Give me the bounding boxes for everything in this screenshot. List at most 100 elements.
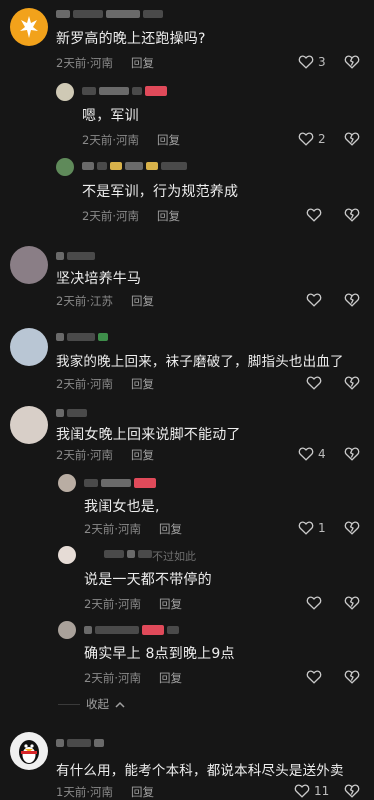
reply-button[interactable]: 回复 bbox=[131, 377, 154, 391]
reply-button[interactable]: 回复 bbox=[131, 56, 154, 70]
comment-meta: 2天前·河南 回复 bbox=[82, 208, 180, 224]
username-redacted[interactable] bbox=[82, 161, 187, 171]
heart-outline-icon bbox=[298, 521, 314, 535]
reply-button[interactable]: 回复 bbox=[159, 671, 182, 685]
collapse-label: 收起 bbox=[86, 697, 109, 711]
username-redacted[interactable] bbox=[56, 9, 163, 19]
comment-region: 河南 bbox=[117, 671, 141, 685]
comment-region: 河南 bbox=[117, 597, 141, 611]
like-button[interactable]: 11 bbox=[294, 783, 329, 798]
heart-outline-icon bbox=[306, 293, 322, 307]
username-redacted[interactable] bbox=[104, 549, 152, 559]
comment-text: 嗯，军训 bbox=[82, 108, 139, 124]
dislike-button[interactable] bbox=[344, 783, 360, 798]
username-redacted[interactable] bbox=[56, 738, 104, 748]
username-redacted[interactable] bbox=[84, 478, 156, 488]
like-count: 11 bbox=[314, 783, 330, 798]
like-count: 4 bbox=[318, 446, 326, 461]
avatar[interactable] bbox=[10, 732, 48, 770]
reply-button[interactable]: 回复 bbox=[131, 785, 154, 799]
reply-item: 嗯，军训 2天前·河南 回复 2 bbox=[0, 80, 374, 158]
comment-item: 坚决培养牛马 2天前·江苏 回复 bbox=[0, 240, 374, 320]
username-redacted[interactable] bbox=[56, 332, 108, 342]
dislike-button[interactable] bbox=[344, 520, 360, 535]
dislike-button[interactable] bbox=[344, 131, 360, 146]
broken-heart-icon bbox=[344, 670, 360, 684]
reply-item: 不过如此 说是一天都不带停的 2天前·河南 回复 bbox=[0, 543, 374, 615]
penguin-avatar-icon bbox=[19, 740, 39, 764]
comment-time: 2天前 bbox=[84, 671, 115, 685]
dislike-button[interactable] bbox=[344, 595, 360, 610]
comment-meta: 2天前·河南 回复 bbox=[56, 447, 154, 463]
avatar[interactable] bbox=[10, 328, 48, 366]
comment-meta: 2天前·河南 回复 bbox=[82, 132, 180, 148]
avatar[interactable] bbox=[58, 546, 76, 564]
comment-text: 我闺女也是, bbox=[84, 499, 160, 515]
heart-outline-icon bbox=[306, 670, 322, 684]
like-button[interactable] bbox=[306, 375, 322, 390]
like-button[interactable] bbox=[306, 292, 322, 307]
reply-button[interactable]: 回复 bbox=[157, 133, 180, 147]
comment-region: 河南 bbox=[117, 522, 141, 536]
like-button[interactable] bbox=[306, 207, 322, 222]
avatar[interactable] bbox=[10, 246, 48, 284]
reply-button[interactable]: 回复 bbox=[159, 522, 182, 536]
comment-time: 2天前 bbox=[82, 133, 113, 147]
comment-meta: 2天前·河南 回复 bbox=[84, 521, 182, 537]
broken-heart-icon bbox=[344, 447, 360, 461]
dislike-button[interactable] bbox=[344, 54, 360, 69]
like-count: 2 bbox=[318, 131, 326, 146]
comment-meta: 1天前·河南 回复 bbox=[56, 784, 154, 800]
dislike-button[interactable] bbox=[344, 669, 360, 684]
comment-text: 我闺女晚上回来说脚不能动了 bbox=[56, 427, 241, 443]
avatar[interactable] bbox=[56, 83, 74, 101]
reply-button[interactable]: 回复 bbox=[159, 597, 182, 611]
comment-time: 2天前 bbox=[56, 294, 87, 308]
reply-item: 确实早上 8点到晚上9点 2天前·河南 回复 bbox=[0, 618, 374, 688]
reply-button[interactable]: 回复 bbox=[131, 294, 154, 308]
comment-time: 2天前 bbox=[56, 377, 87, 391]
reply-button[interactable]: 回复 bbox=[157, 209, 180, 223]
broken-heart-icon bbox=[344, 376, 360, 390]
reply-button[interactable]: 回复 bbox=[131, 448, 154, 462]
comment-time: 2天前 bbox=[84, 597, 115, 611]
comment-item: 有什么用，能考个本科，都说本科尽头是送外卖 1天前·河南 回复 11 bbox=[0, 728, 374, 800]
username-redacted[interactable] bbox=[84, 625, 179, 635]
avatar[interactable] bbox=[10, 8, 48, 46]
avatar[interactable] bbox=[58, 621, 76, 639]
like-button[interactable]: 2 bbox=[298, 131, 326, 146]
username-redacted[interactable] bbox=[56, 408, 87, 418]
dislike-button[interactable] bbox=[344, 375, 360, 390]
comment-meta: 2天前·江苏 回复 bbox=[56, 293, 154, 309]
comment-region: 河南 bbox=[89, 785, 113, 799]
comment-text: 有什么用，能考个本科，都说本科尽头是送外卖 bbox=[56, 763, 344, 779]
collapse-replies-button[interactable]: 收起 bbox=[58, 696, 125, 712]
comment-text: 不是军训，行为规范养成 bbox=[82, 184, 239, 200]
like-button[interactable]: 4 bbox=[298, 446, 326, 461]
dislike-button[interactable] bbox=[344, 207, 360, 222]
avatar[interactable] bbox=[58, 474, 76, 492]
comment-region: 河南 bbox=[115, 209, 139, 223]
username-suffix: 不过如此 bbox=[152, 550, 196, 563]
username-redacted[interactable] bbox=[82, 86, 167, 96]
like-button[interactable]: 1 bbox=[298, 520, 326, 535]
heart-outline-icon bbox=[294, 784, 310, 798]
username-redacted[interactable] bbox=[56, 251, 95, 261]
heart-outline-icon bbox=[306, 596, 322, 610]
dislike-button[interactable] bbox=[344, 292, 360, 307]
comment-text: 坚决培养牛马 bbox=[56, 271, 142, 287]
like-count: 3 bbox=[318, 54, 326, 69]
like-button[interactable]: 3 bbox=[298, 54, 326, 69]
dislike-button[interactable] bbox=[344, 446, 360, 461]
like-button[interactable] bbox=[306, 669, 322, 684]
broken-heart-icon bbox=[344, 293, 360, 307]
comment-time: 2天前 bbox=[82, 209, 113, 223]
avatar[interactable] bbox=[10, 406, 48, 444]
comment-item: 我家的晚上回来，袜子磨破了，脚指头也出血了 2天前·河南 回复 bbox=[0, 324, 374, 404]
broken-heart-icon bbox=[344, 208, 360, 222]
like-button[interactable] bbox=[306, 595, 322, 610]
divider bbox=[58, 703, 80, 705]
comment-meta: 2天前·河南 回复 bbox=[56, 55, 154, 71]
reply-item: 我闺女也是, 2天前·河南 回复 1 bbox=[0, 472, 374, 542]
avatar[interactable] bbox=[56, 158, 74, 176]
